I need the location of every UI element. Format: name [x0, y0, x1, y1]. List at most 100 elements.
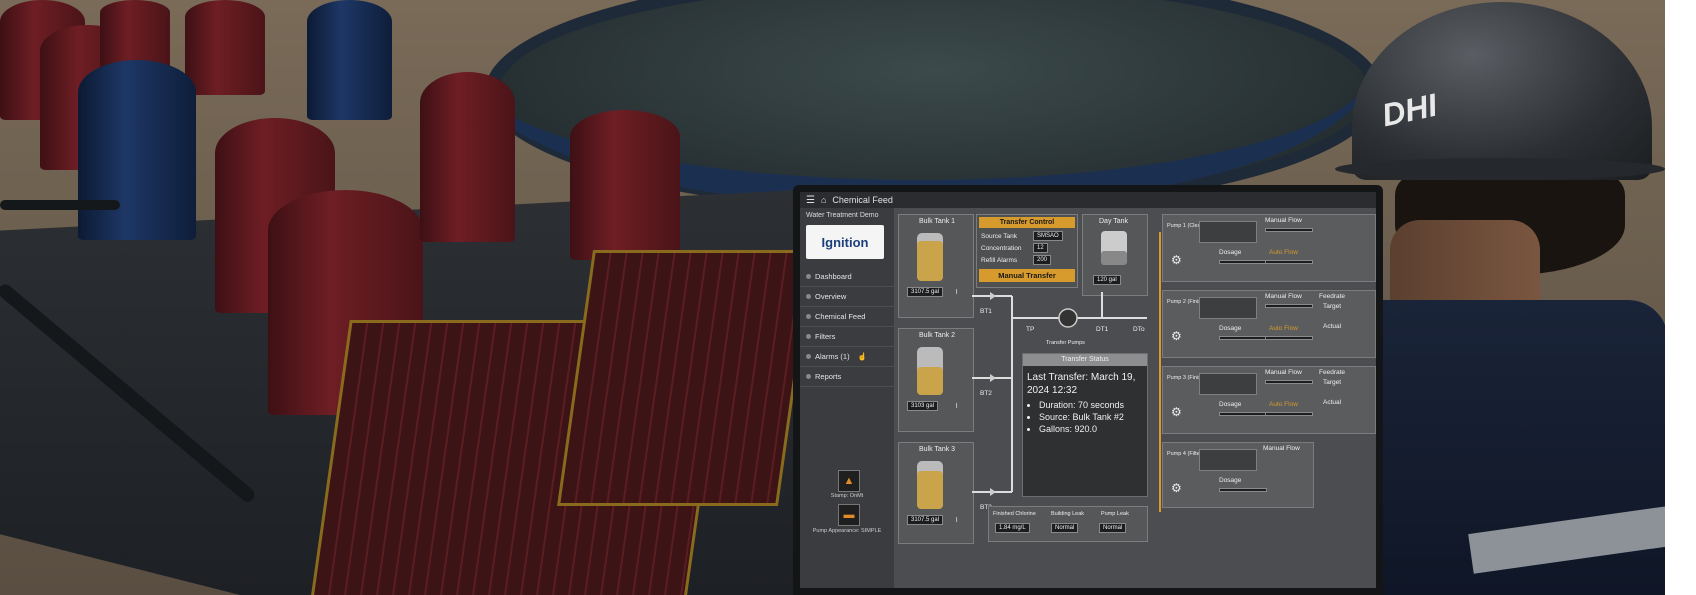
pump-2-card[interactable]: Pump 2 (Finish Filt) Manual Flow Dosage …: [1162, 290, 1376, 358]
transfer-control-panel: Transfer Control Source Tank SMSAO Conce…: [976, 214, 1078, 288]
transfer-pumps-label: Transfer Pumps: [1046, 340, 1085, 346]
hard-hat: [1352, 2, 1652, 180]
finished-chlorine-label: Finished Chlorine: [993, 511, 1036, 517]
pump-3-auto-flow-label: Auto Flow: [1269, 401, 1298, 408]
bt1-label: BT1: [980, 308, 992, 315]
refill-alarms-label: Refill Alarms: [981, 257, 1018, 264]
day-tank-panel: Day Tank 120 gal: [1082, 214, 1148, 296]
nav-reports[interactable]: Reports: [800, 367, 894, 387]
trend-icon[interactable]: ⌇: [955, 288, 958, 296]
pump-leak-value: Normal: [1099, 523, 1127, 533]
refill-alarms-value[interactable]: 200: [1033, 255, 1052, 265]
nav-dot-icon: [806, 354, 811, 359]
pump-motor-icon[interactable]: ⚙: [1171, 253, 1182, 267]
pump-3-actual-label: Actual: [1323, 399, 1342, 406]
trend-icon[interactable]: ⌇: [955, 516, 958, 524]
pump-2-actual-label: Actual: [1323, 323, 1342, 330]
bulk-tank-2-reading: 3103 gal: [907, 401, 939, 411]
pump-3-manual-flow-value[interactable]: [1265, 380, 1313, 384]
pump-3-feedrate-label: Feedrate: [1319, 369, 1346, 376]
bt2-label: BT2: [980, 390, 992, 397]
pump-appearance-icon[interactable]: ▬: [838, 504, 860, 526]
pump-4-dosage-label: Dosage: [1219, 477, 1242, 484]
nav-overview[interactable]: Overview: [800, 287, 894, 307]
bulk-tank-3-reading: 3107.5 gal: [907, 515, 944, 525]
bulk-tank-1-reading: 3107.5 gal: [907, 287, 944, 297]
nav-filters[interactable]: Filters: [800, 327, 894, 347]
hmi-monitor: ☰ ⌂ Chemical Feed Water Treatment Demo I…: [793, 185, 1383, 595]
hmi-topbar: ☰ ⌂ Chemical Feed: [800, 192, 1376, 208]
pump-motor-icon[interactable]: ⚙: [1171, 329, 1182, 343]
dto-label: DTo: [1133, 326, 1145, 333]
source-tank-select[interactable]: SMSAO: [1033, 231, 1063, 241]
hmi-sidebar: Water Treatment Demo Ignition Dashboard …: [800, 208, 894, 588]
home-icon[interactable]: ⌂: [821, 195, 826, 205]
white-margin: [1665, 0, 1696, 595]
filter-skid: [557, 250, 814, 506]
pump-1-manual-flow-label: Manual Flow: [1265, 217, 1302, 224]
pump-2-dosage-value[interactable]: [1219, 336, 1267, 340]
duration-item: Duration: 70 seconds: [1039, 399, 1147, 411]
storage-tank: [185, 0, 265, 95]
pump-3-auto-flow-value[interactable]: [1265, 412, 1313, 416]
nav-chemical-feed[interactable]: Chemical Feed: [800, 307, 894, 327]
source-item: Source: Bulk Tank #2: [1039, 411, 1147, 423]
day-tank-graphic: [1101, 231, 1127, 265]
storage-tank: [78, 60, 196, 240]
concentration-value[interactable]: 12: [1033, 243, 1048, 253]
nav-alarms[interactable]: Alarms (1) ☝: [800, 347, 894, 367]
building-leak-label: Building Leak: [1051, 511, 1085, 517]
pump-4-manual-flow-label: Manual Flow: [1263, 445, 1300, 452]
pump-2-auto-flow-value[interactable]: [1265, 336, 1313, 340]
pump-2-manual-flow-label: Manual Flow: [1265, 293, 1302, 300]
pump-2-manual-flow-value[interactable]: [1265, 304, 1313, 308]
nav-dashboard[interactable]: Dashboard: [800, 267, 894, 287]
storage-tank: [307, 0, 392, 120]
pump-motor-icon[interactable]: ⚙: [1171, 481, 1182, 495]
nav-dot-icon: [806, 294, 811, 299]
bulk-tank-2-title: Bulk Tank 2: [919, 332, 956, 339]
pump-2-auto-flow-label: Auto Flow: [1269, 325, 1298, 332]
nav-dot-icon: [806, 314, 811, 319]
bottom-status-panel: Finished Chlorine 1.84 mg/L Building Lea…: [988, 506, 1148, 542]
pump-3-dosage-value[interactable]: [1219, 412, 1267, 416]
pump-3-trend: [1199, 373, 1257, 395]
transfer-control-title: Transfer Control: [979, 217, 1075, 228]
nav-dot-icon: [806, 274, 811, 279]
pump-1-card[interactable]: Pump 1 (Clearwell) Manual Flow Dosage Au…: [1162, 214, 1376, 282]
bulk-tank-2-graphic: [917, 347, 943, 395]
manual-transfer-button[interactable]: Manual Transfer: [979, 269, 1075, 282]
day-tank-reading: 120 gal: [1093, 275, 1121, 285]
pump-motor-icon[interactable]: ⚙: [1171, 405, 1182, 419]
window-title: Chemical Feed: [832, 195, 893, 205]
pump-1-dosage-label: Dosage: [1219, 249, 1242, 256]
hmi-screen: ☰ ⌂ Chemical Feed Water Treatment Demo I…: [800, 192, 1376, 588]
pump-leak-label: Pump Leak: [1101, 511, 1129, 517]
pump-3-manual-flow-label: Manual Flow: [1265, 369, 1302, 376]
pump-1-auto-flow-value[interactable]: [1265, 260, 1313, 264]
pump-4-dosage-value[interactable]: [1219, 488, 1267, 492]
pump-1-manual-flow-value[interactable]: [1265, 228, 1313, 232]
trend-icon[interactable]: ⌇: [955, 402, 958, 410]
pump-3-card[interactable]: Pump 3 (Finish) Manual Flow Dosage Auto …: [1162, 366, 1376, 434]
tp-label: TP: [1026, 326, 1035, 333]
building-leak-value: Normal: [1051, 523, 1079, 533]
last-transfer-text: Last Transfer: March 19, 2024 12:32: [1027, 372, 1136, 396]
stamp-label: Stamp: OnMt: [830, 493, 864, 499]
hamburger-menu-icon[interactable]: ☰: [806, 195, 815, 206]
day-tank-title: Day Tank: [1099, 218, 1129, 225]
bulk-tank-1-title: Bulk Tank 1: [919, 218, 956, 225]
pump-1-dosage-value[interactable]: [1219, 260, 1267, 264]
transfer-status-panel: Transfer Status Last Transfer: March 19,…: [1022, 353, 1148, 497]
pump-3-target-label: Target: [1323, 379, 1342, 386]
flame-icon[interactable]: ▲: [838, 470, 860, 492]
nav-dot-icon: [806, 334, 811, 339]
bulk-tank-3-title: Bulk Tank 3: [919, 446, 956, 453]
transfer-status-list: Duration: 70 seconds Source: Bulk Tank #…: [1023, 399, 1147, 435]
storage-tank: [420, 72, 515, 242]
gallons-item: Gallons: 920.0: [1039, 423, 1147, 435]
bulk-tank-2-panel: Bulk Tank 2 3103 gal ⌇: [898, 328, 974, 432]
pump-4-trend: [1199, 449, 1257, 471]
bulk-tank-1-graphic: [917, 233, 943, 281]
pump-4-card[interactable]: Pump 4 (Filters) Manual Flow Dosage ⚙: [1162, 442, 1314, 508]
